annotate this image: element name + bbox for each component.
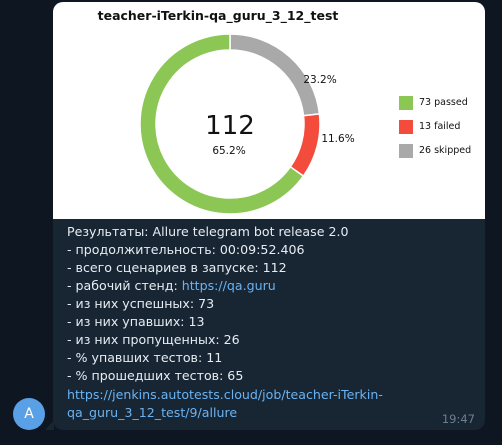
message-line: - % упавших тестов: 11: [67, 350, 223, 365]
legend-label-passed: 73 passed: [419, 97, 468, 108]
legend-swatch-passed: [399, 95, 413, 110]
legend-label-skipped: 26 skipped: [419, 145, 472, 156]
legend-swatch-skipped: [399, 143, 413, 158]
message-bubble: teacher-iTerkin-qa_guru_3_12_test 112 65…: [53, 2, 485, 430]
allure-link-line1: https://jenkins.autotests.cloud/job/teac…: [67, 387, 383, 402]
message-line: - % прошедших тестов: 65: [67, 368, 244, 383]
legend-swatch-failed: [399, 119, 413, 134]
message-text: Результаты: Allure telegram bot release …: [67, 223, 477, 422]
chart-image[interactable]: teacher-iTerkin-qa_guru_3_12_test 112 65…: [53, 2, 485, 219]
message-line: - из них пропущенных: 26: [67, 332, 240, 347]
message-timestamp: 19:47: [441, 412, 475, 426]
slice-failed: [289, 113, 321, 178]
stand-label: - рабочий стенд:: [67, 278, 182, 293]
allure-report-link[interactable]: https://jenkins.autotests.cloud/job/teac…: [67, 386, 477, 422]
message-line: - из них упавших: 13: [67, 314, 205, 329]
allure-link-line2: qa_guru_3_12_test/9/allure: [67, 405, 238, 420]
legend-item-skipped: 26 skipped: [399, 140, 485, 161]
sender-avatar[interactable]: A: [13, 398, 45, 430]
message-line: - всего сценариев в запуске: 112: [67, 260, 287, 275]
message-line: - продолжительность: 00:09:52.406: [67, 242, 305, 257]
slice-label-passed: 65.2%: [212, 145, 245, 157]
message-line: Результаты: Allure telegram bot release …: [67, 224, 349, 239]
stand-link[interactable]: https://qa.guru: [182, 278, 276, 293]
center-total-label: 112: [205, 111, 255, 141]
legend-item-failed: 13 failed: [399, 116, 485, 137]
slice-label-failed: 11.6%: [321, 133, 354, 145]
message-line: - из них успешных: 73: [67, 296, 215, 311]
message-line-stand: - рабочий стенд: https://qa.guru: [67, 277, 477, 295]
donut-chart: 112 65.2% 11.6% 23.2%: [139, 33, 355, 215]
legend-item-passed: 73 passed: [399, 92, 485, 113]
chart-legend: 73 passed 13 failed 26 skipped: [399, 92, 485, 164]
legend-label-failed: 13 failed: [419, 121, 461, 132]
avatar-letter: A: [24, 406, 34, 422]
slice-label-skipped: 23.2%: [303, 74, 336, 86]
